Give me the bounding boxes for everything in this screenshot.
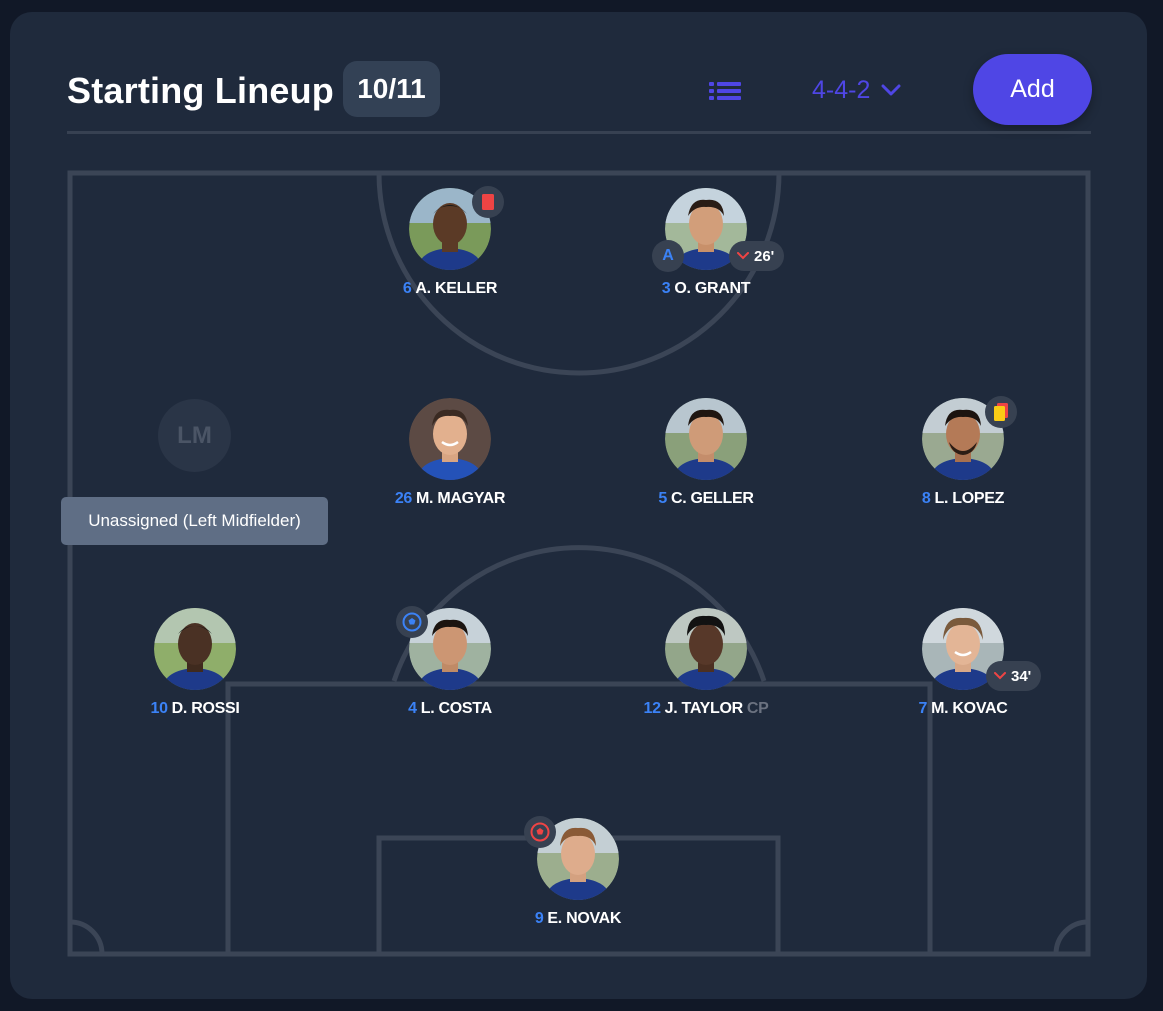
red-card-badge [472,186,504,218]
corner-arc-right [1053,919,1089,955]
player-label: 5 C. GELLER [606,490,806,508]
player-number: 4 [408,700,417,717]
corner-arc-left [69,919,105,955]
player-number: 7 [918,700,928,717]
player-keller[interactable]: 6 A. KELLER [350,186,550,298]
player-photo [665,398,747,480]
soccer-ball-icon [402,612,422,632]
player-name: L. LOPEZ [934,490,1005,507]
player-taylor[interactable]: 12 J. TAYLOR CP [606,608,806,718]
player-geller[interactable]: 5 C. GELLER [606,398,806,508]
player-label: 7 M. KOVAC [863,700,1063,718]
player-name: O. GRANT [674,280,751,297]
player-novak[interactable]: 9 E. NOVAK [478,816,678,928]
avatar [409,398,491,480]
avatar [524,816,619,900]
player-name: J. TAYLOR [664,700,744,717]
avatar: A 26' [652,188,785,272]
player-costa[interactable]: 4 L. COSTA [350,606,550,718]
player-photo [665,608,747,690]
player-number: 10 [150,700,168,717]
player-grant[interactable]: A 26' 3 O. GRANT [606,188,806,298]
player-label: 26 M. MAGYAR [350,490,550,508]
goal-badge [524,816,556,848]
player-number: 9 [534,910,544,927]
player-name: M. MAGYAR [416,490,506,507]
player-rossi[interactable]: 10 D. ROSSI [95,608,295,718]
player-name: D. ROSSI [171,700,240,717]
sub-off-icon [737,252,749,260]
player-number: 12 [643,700,661,717]
player-name: L. COSTA [420,700,492,717]
avatar [922,396,1017,480]
soccer-ball-icon [530,822,550,842]
sub-minute: 26' [754,247,775,265]
avatar [665,398,747,480]
sub-off-icon [994,672,1006,680]
captain-badge: A [652,240,684,272]
player-name: A. KELLER [415,280,498,297]
player-lopez[interactable]: 8 L. LOPEZ [863,396,1063,508]
player-magyar[interactable]: 26 M. MAGYAR [350,398,550,508]
empty-slot-lm[interactable]: LM [158,399,231,472]
substitution-badge: 26' [729,241,785,271]
avatar [665,608,747,690]
sub-minute: 34' [1011,667,1032,685]
player-label: 4 L. COSTA [350,700,550,718]
player-number: 26 [394,490,413,507]
substitution-badge: 34' [986,661,1042,691]
player-tag: CP [746,700,769,717]
avatar: 34' [922,608,1042,691]
player-label: 12 J. TAYLOR CP [606,700,806,718]
player-number: 3 [661,280,671,297]
goal-badge [396,606,428,638]
player-name: C. GELLER [670,490,754,507]
player-name: E. NOVAK [547,910,622,927]
second-yellow-card-icon [994,403,1008,421]
second-yellow-badge [985,396,1017,428]
player-label: 3 O. GRANT [606,280,806,298]
player-label: 10 D. ROSSI [95,700,295,718]
red-card-icon [482,194,494,210]
player-photo [154,608,236,690]
player-number: 5 [658,490,667,507]
player-name: M. KOVAC [931,700,1008,717]
empty-slot-tooltip: Unassigned (Left Midfielder) [61,497,328,545]
avatar [154,608,236,690]
player-kovac[interactable]: 34' 7 M. KOVAC [863,608,1063,718]
player-label: 9 E. NOVAK [478,910,678,928]
avatar [409,186,504,270]
player-label: 6 A. KELLER [350,280,550,298]
player-number: 8 [921,490,931,507]
player-label: 8 L. LOPEZ [863,490,1063,508]
avatar [396,606,491,690]
player-photo [409,398,491,480]
player-number: 6 [402,280,412,297]
